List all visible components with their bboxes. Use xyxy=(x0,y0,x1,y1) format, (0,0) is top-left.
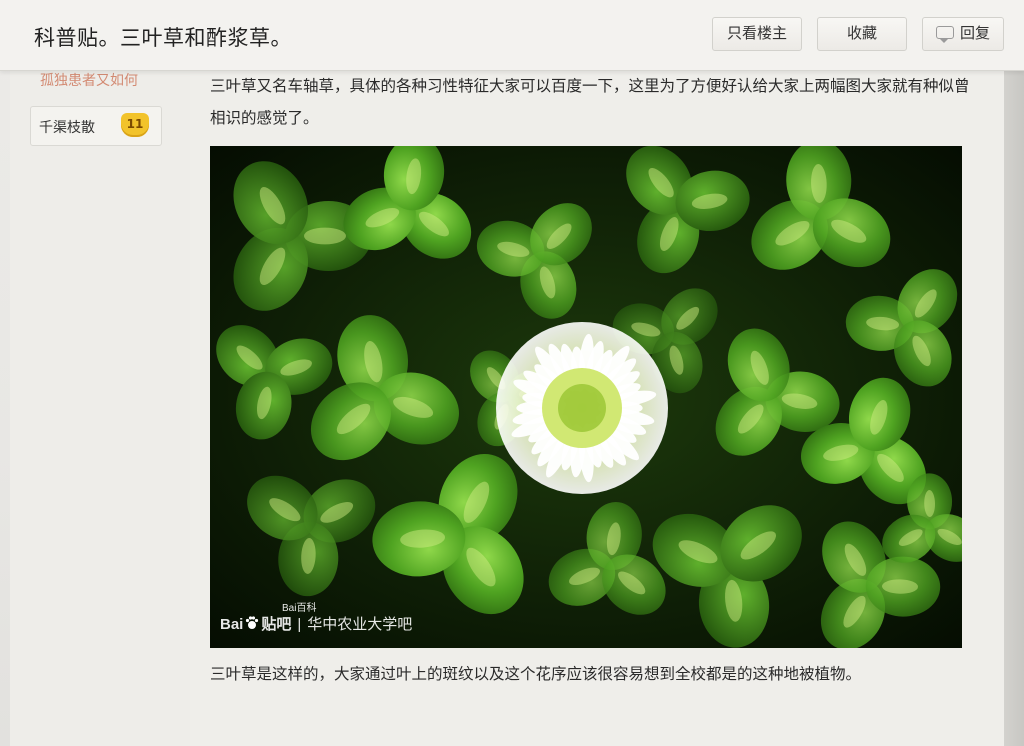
watermark-school: 华中农业大学吧 xyxy=(307,616,413,633)
reply-button[interactable]: 回复 xyxy=(922,17,1004,51)
author-sidebar xyxy=(10,60,190,746)
reply-label: 回复 xyxy=(959,24,990,42)
watermark-small: Bai百科 xyxy=(282,603,317,614)
level-badge-icon: 11 xyxy=(121,113,149,137)
clover-photo: Bai百科 Bai 贴吧 | 华中农业大学吧 xyxy=(210,146,962,648)
author-top-link[interactable]: 孤独患者又如何 xyxy=(40,70,138,90)
image-watermark: Bai百科 Bai 贴吧 | 华中农业大学吧 xyxy=(220,603,413,634)
author-card[interactable]: 千渠枝散 11 xyxy=(30,106,162,146)
post-header: 科普贴。三叶草和酢浆草。 只看楼主 收藏 回复 xyxy=(0,0,1024,71)
screen: 孤独患者又如何 千渠枝散 11 三叶草又名车轴草，具体的各种习性特征大家可以百度… xyxy=(0,0,1024,746)
author-name[interactable]: 千渠枝散 xyxy=(39,117,95,137)
clover-flower xyxy=(496,322,668,494)
leaf-marking xyxy=(304,227,346,245)
only-op-button[interactable]: 只看楼主 xyxy=(712,17,802,51)
favorite-button[interactable]: 收藏 xyxy=(817,17,907,51)
clover-image xyxy=(210,146,962,648)
post-title: 科普贴。三叶草和酢浆草。 xyxy=(34,26,292,50)
post-paragraph-1: 三叶草又名车轴草，具体的各种习性特征大家可以百度一下，这里为了方便好认给大家上两… xyxy=(210,77,970,127)
baidu-paw-icon xyxy=(246,616,259,629)
watermark-brand-a: Bai xyxy=(220,616,244,633)
speech-bubble-icon xyxy=(935,26,954,43)
post-paragraph-2: 三叶草是这样的，大家通过叶上的斑纹以及这个花序应该很容易想到全校都是的这种地被植… xyxy=(210,665,862,683)
watermark-brand-b: 贴吧 xyxy=(261,616,292,633)
watermark-separator: | xyxy=(297,616,302,633)
page-edge xyxy=(1004,0,1024,746)
